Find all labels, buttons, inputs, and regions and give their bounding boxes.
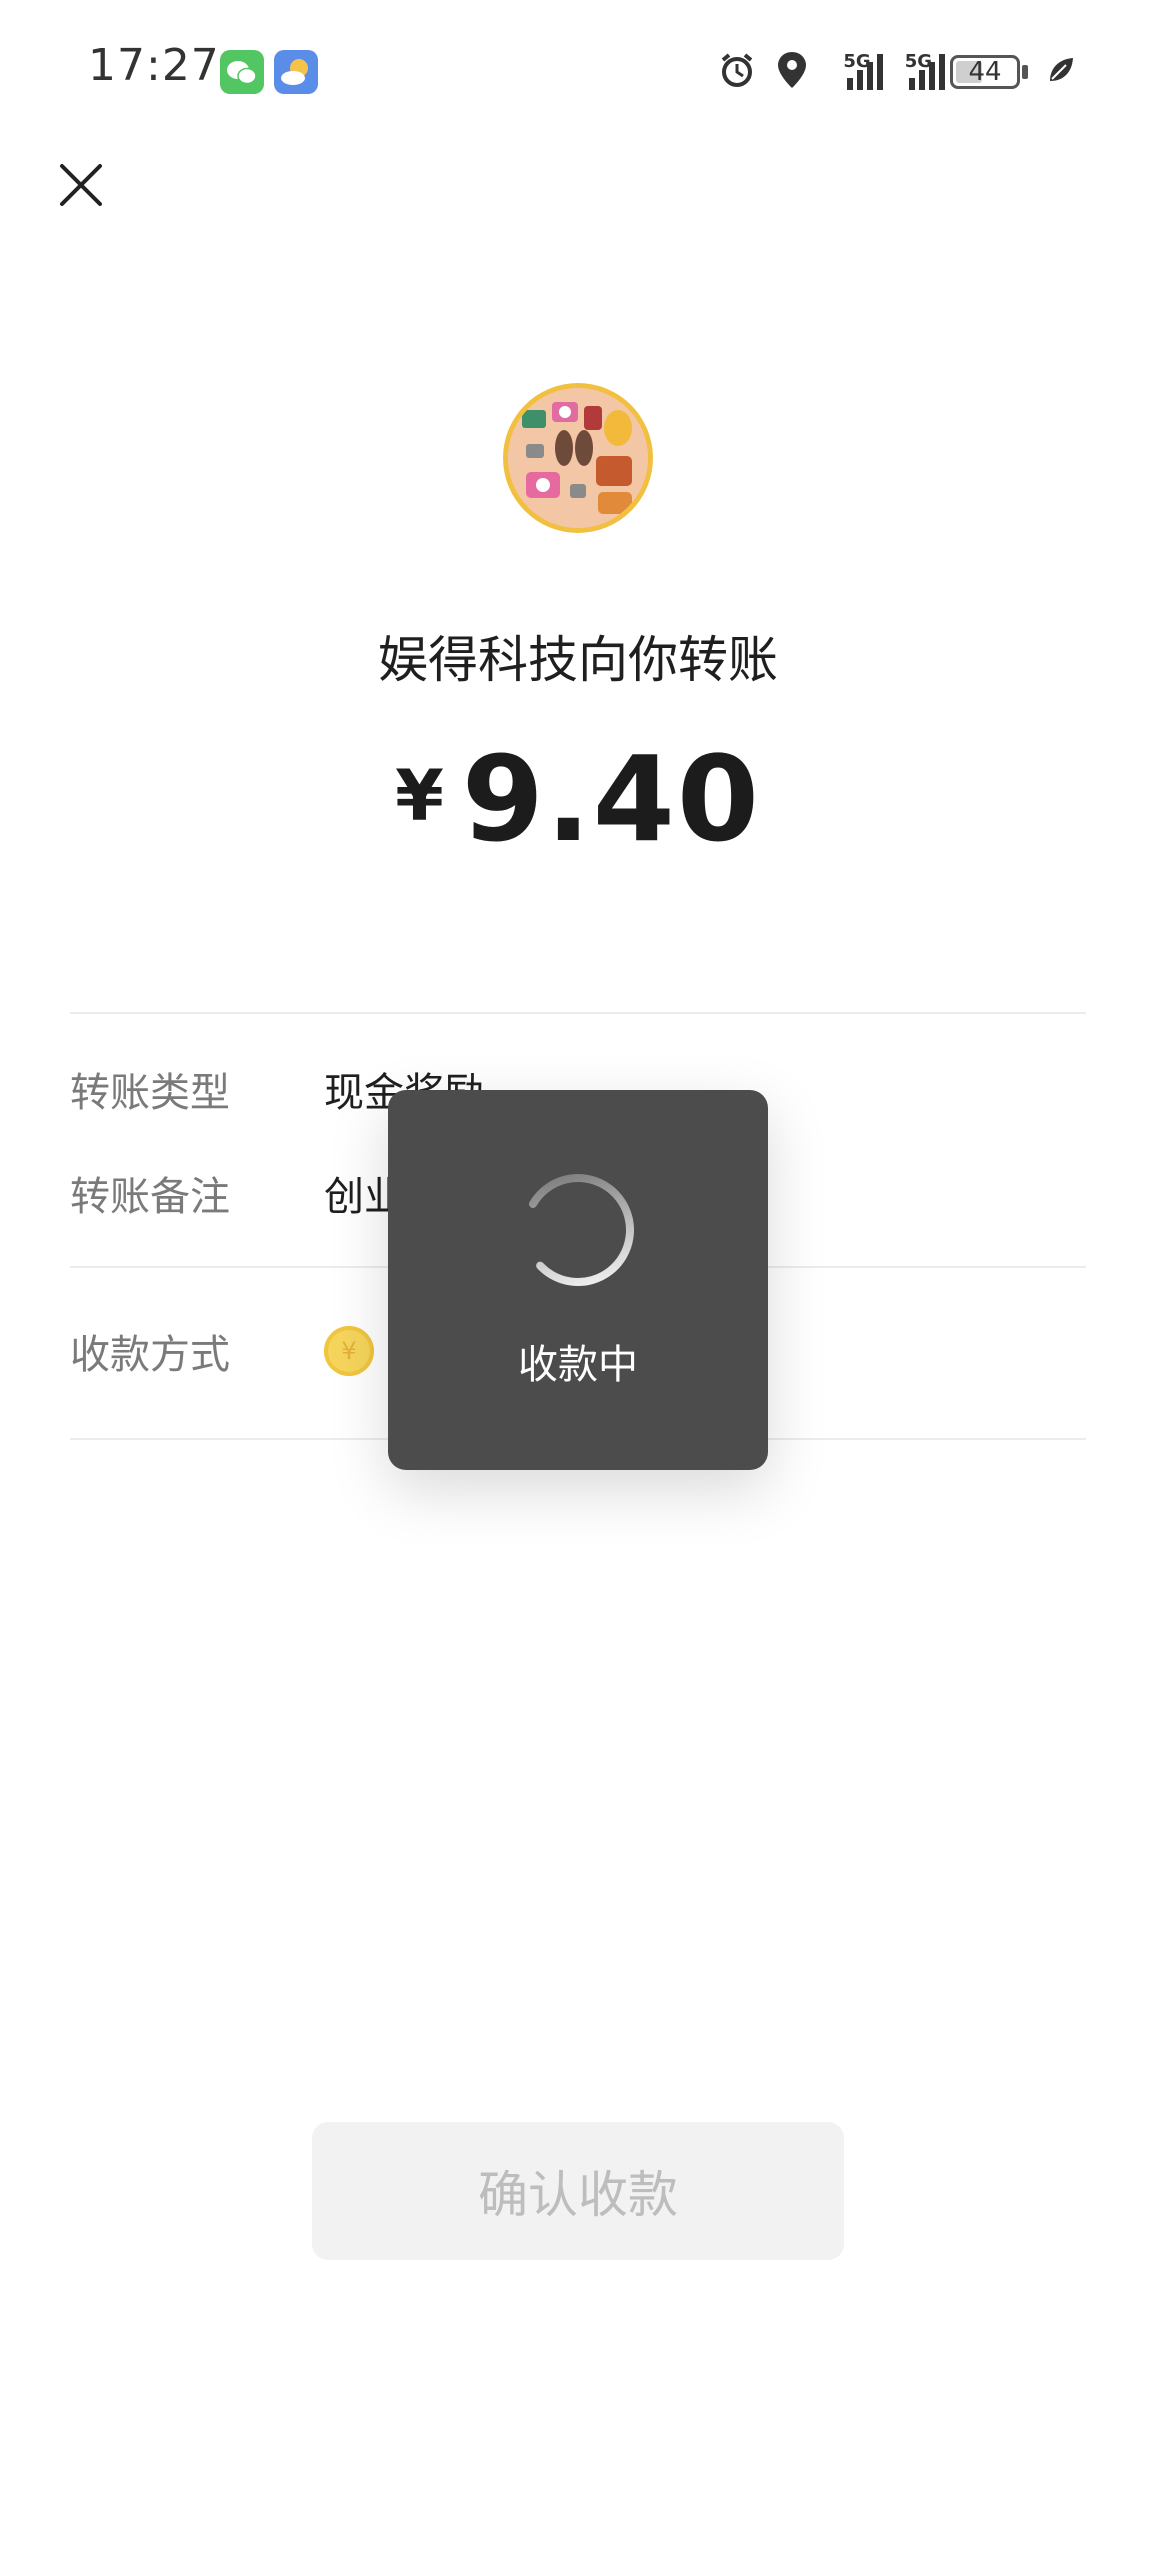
coin-icon[interactable]: ¥ (324, 1326, 374, 1376)
close-button[interactable] (56, 160, 106, 210)
payer-title: 娱得科技向你转账 (378, 631, 778, 689)
payment-method-label: 收款方式 (70, 1332, 230, 1378)
location-icon (775, 50, 809, 94)
toast-text: 收款中 (518, 1342, 638, 1388)
network-label-2: 5G (904, 50, 932, 72)
loading-toast: 收款中 (388, 1090, 768, 1470)
close-icon (60, 164, 102, 206)
network-label-1: 5G (843, 50, 871, 72)
transfer-type-label: 转账类型 (70, 1070, 230, 1116)
leaf-icon (1046, 55, 1076, 89)
transfer-receipt-screen: 17:27 5G 5G 44 娱得科技向你转账 ¥ 9.40 转账类型 转账备注… (0, 0, 1156, 2560)
weather-icon (274, 50, 318, 94)
loading-spinner-icon (518, 1170, 638, 1290)
transfer-amount: ¥9.40 (0, 730, 1156, 868)
battery-tip (1022, 65, 1028, 79)
avatar (508, 388, 648, 528)
currency-symbol: ¥ (395, 755, 444, 837)
battery-level: 44 (968, 57, 1002, 87)
alarm-icon (717, 50, 757, 94)
divider (70, 1012, 1086, 1014)
status-time: 17:27 (88, 40, 220, 91)
battery-icon: 44 (950, 55, 1020, 89)
amount-value: 9.40 (461, 730, 761, 868)
transfer-note-label: 转账备注 (70, 1174, 230, 1220)
status-bar: 17:27 5G 5G 44 (0, 0, 1156, 140)
wechat-icon (220, 50, 264, 94)
confirm-receive-button[interactable]: 确认收款 (312, 2122, 844, 2260)
status-icons: 5G 5G 44 (717, 48, 1076, 96)
